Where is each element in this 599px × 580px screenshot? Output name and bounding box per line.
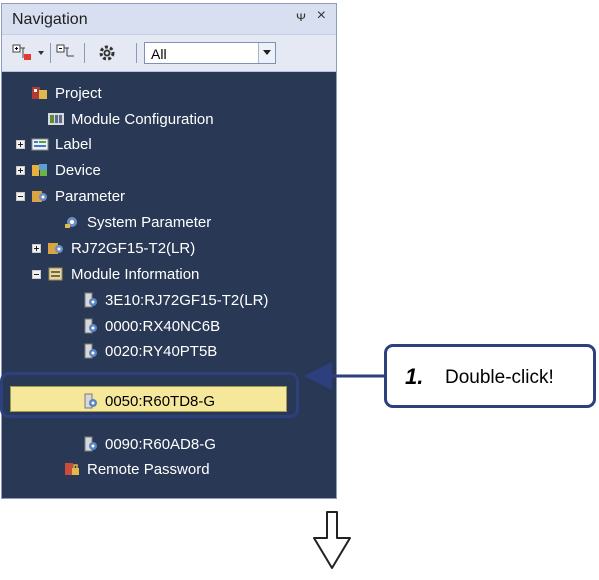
tree-item[interactable]: 3E10:RJ72GF15-T2(LR) — [81, 289, 268, 311]
navigation-tree: Project Module Configuration Label Device Pa… — [2, 70, 336, 498]
tree-item-label: Device — [55, 161, 101, 179]
parameter-icon — [31, 188, 49, 204]
tree-item-label: 0000:RX40NC6B — [105, 317, 221, 335]
device-icon — [31, 162, 49, 178]
close-icon[interactable]: × — [317, 7, 326, 25]
tree-item[interactable]: Remote Password — [63, 458, 210, 480]
tree-item-label: Module Configuration — [71, 110, 214, 128]
highlight-frame — [0, 372, 299, 418]
pin-icon[interactable]: ᴪ — [296, 8, 306, 24]
tree-item[interactable]: Label — [16, 133, 92, 155]
tree-item[interactable]: 0000:RX40NC6B — [81, 315, 220, 337]
tree-item-label: 0090:R60AD8-G — [105, 435, 216, 453]
tree-item-label: Project — [55, 84, 102, 102]
instruction-callout: 1. Double-click! — [384, 344, 596, 408]
callout-step: 1. — [405, 364, 424, 389]
module-icon — [81, 292, 99, 308]
tree-item[interactable]: 0020:RY40PT5B — [81, 340, 217, 362]
navigation-toolbar: All — [2, 34, 336, 72]
filter-value: All — [151, 46, 167, 62]
module-icon — [81, 343, 99, 359]
remote-password-icon — [63, 461, 81, 477]
tree-item[interactable]: Device — [16, 159, 101, 181]
tree-item[interactable]: Parameter — [16, 185, 125, 207]
tree-item[interactable]: 0090:R60AD8-G — [81, 433, 216, 455]
tree-item-label: Module Information — [71, 265, 200, 283]
collapse-all-icon[interactable] — [56, 42, 78, 64]
system-parameter-icon — [63, 214, 81, 230]
gear-icon[interactable] — [92, 42, 122, 64]
tree-item-label: Parameter — [55, 187, 126, 205]
tree-item-label: RJ72GF15-T2(LR) — [71, 239, 196, 257]
navigation-titlebar: Navigation ᴪ × — [2, 4, 336, 34]
navigation-title: Navigation — [12, 11, 88, 28]
tree-item-label: System Parameter — [87, 213, 212, 231]
label-icon — [31, 136, 49, 152]
down-arrow-icon — [313, 511, 351, 569]
chevron-down-icon[interactable] — [258, 43, 275, 63]
tree-item[interactable]: Module Configuration — [47, 108, 214, 130]
collapse-icon[interactable] — [16, 191, 25, 201]
tree-item-label: Remote Password — [87, 460, 210, 478]
module-config-icon — [47, 111, 65, 127]
expand-icon[interactable] — [16, 139, 25, 149]
callout-text: Double-click! — [445, 367, 554, 388]
cpu-parameter-icon — [47, 240, 65, 256]
tree-item-label: Label — [55, 135, 92, 153]
tree-item[interactable]: Module Information — [32, 263, 199, 285]
module-icon — [81, 318, 99, 334]
filter-select[interactable]: All — [144, 42, 276, 64]
project-icon — [31, 85, 49, 101]
collapse-icon[interactable] — [32, 269, 41, 279]
tree-item[interactable]: RJ72GF15-T2(LR) — [32, 237, 195, 259]
expand-icon[interactable] — [32, 243, 41, 253]
navigation-panel: Navigation ᴪ × All Project Module Config… — [1, 3, 337, 499]
tree-item[interactable]: Project — [31, 82, 102, 104]
tree-item-label: 0020:RY40PT5B — [105, 342, 218, 360]
expand-icon[interactable] — [16, 165, 25, 175]
expand-dropdown-icon[interactable] — [36, 42, 46, 64]
tree-item-label: 3E10:RJ72GF15-T2(LR) — [105, 291, 269, 309]
tree-item[interactable]: System Parameter — [63, 211, 211, 233]
module-information-icon — [47, 266, 65, 282]
module-icon — [81, 436, 99, 452]
expand-all-icon[interactable] — [12, 42, 34, 64]
